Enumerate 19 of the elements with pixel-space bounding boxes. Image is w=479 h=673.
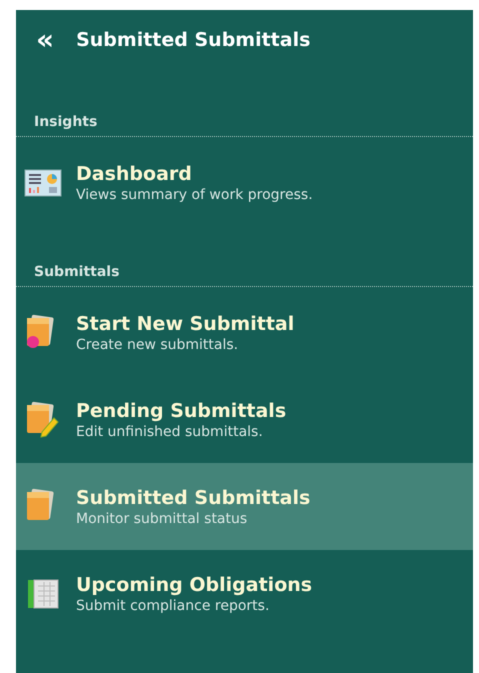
item-description: Create new submittals. [76,336,240,353]
item-title: Start New Submittal [76,312,294,337]
item-description: Views summary of work progress. [76,186,313,203]
item-title: Submitted Submittals [76,486,310,511]
item-title: Upcoming Obligations [76,573,312,598]
menu-item[interactable]: Start New Submittal Create new submittals. [16,289,473,376]
menu-item[interactable]: Submitted Submittals Monitor submittal status [16,463,473,550]
section-heading: Submittals [16,264,473,287]
section-heading: Insights [16,114,473,137]
item-title: Dashboard [76,162,193,187]
menu-item[interactable]: Dashboard Views summary of work progress. [16,139,473,226]
item-title: Pending Submittals [76,399,286,424]
item-description: Monitor submittal status [76,510,248,527]
menu-item[interactable]: Pending Submittals Edit unfinished submittals. [16,376,473,463]
item-description: Edit unfinished submittals. [76,424,264,440]
menu-item[interactable]: Upcoming Obligations Submit compliance reports. [16,550,473,637]
collapse-button[interactable]: « [36,26,54,54]
page-title: Submitted Submittals [76,29,310,51]
item-description: Submit compliance reports. [76,598,270,614]
